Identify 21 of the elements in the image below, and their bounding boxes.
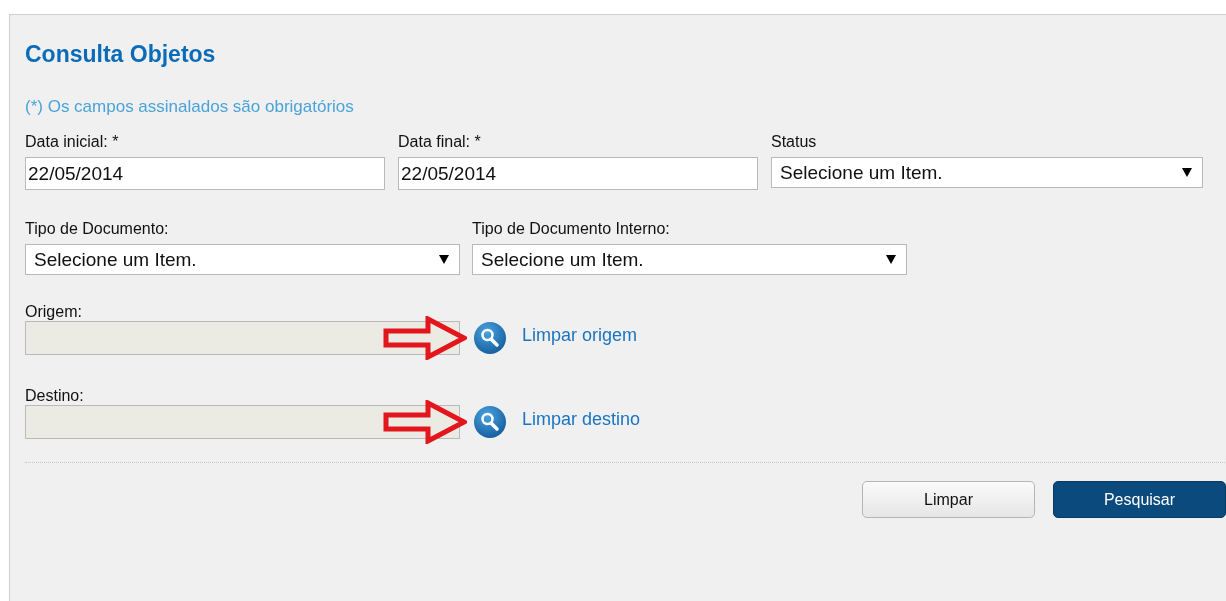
caret-icon bbox=[1182, 168, 1192, 177]
search-icon[interactable] bbox=[473, 321, 507, 355]
field-label: Tipo de Documento: bbox=[25, 220, 170, 239]
search-button[interactable]: Pesquisar bbox=[1053, 481, 1226, 518]
caret-icon bbox=[886, 255, 896, 264]
field-label: Tipo de Documento Interno: bbox=[472, 220, 671, 239]
dropdown[interactable]: Selecione um Item. bbox=[472, 244, 907, 275]
caret-icon bbox=[439, 255, 449, 264]
date-field[interactable]: 22/05/2014 bbox=[398, 157, 758, 190]
date-field[interactable]: 22/05/2014 bbox=[25, 157, 385, 190]
field-label: Origem: bbox=[25, 303, 82, 320]
required-note: (*) Os campos assinalados são obrigatórios bbox=[25, 97, 355, 118]
dropdown[interactable]: Selecione um Item. bbox=[771, 157, 1203, 188]
field-label: Destino: bbox=[25, 387, 84, 404]
field-label: Data inicial: * bbox=[25, 133, 120, 152]
field-label: Data final: * bbox=[398, 133, 482, 152]
search-icon[interactable] bbox=[473, 405, 507, 439]
field-label: Status bbox=[771, 133, 818, 152]
clear-button[interactable]: Limpar bbox=[862, 481, 1035, 518]
dropdown[interactable]: Selecione um Item. bbox=[25, 244, 460, 275]
page-title: Consulta Objetos bbox=[25, 41, 217, 69]
